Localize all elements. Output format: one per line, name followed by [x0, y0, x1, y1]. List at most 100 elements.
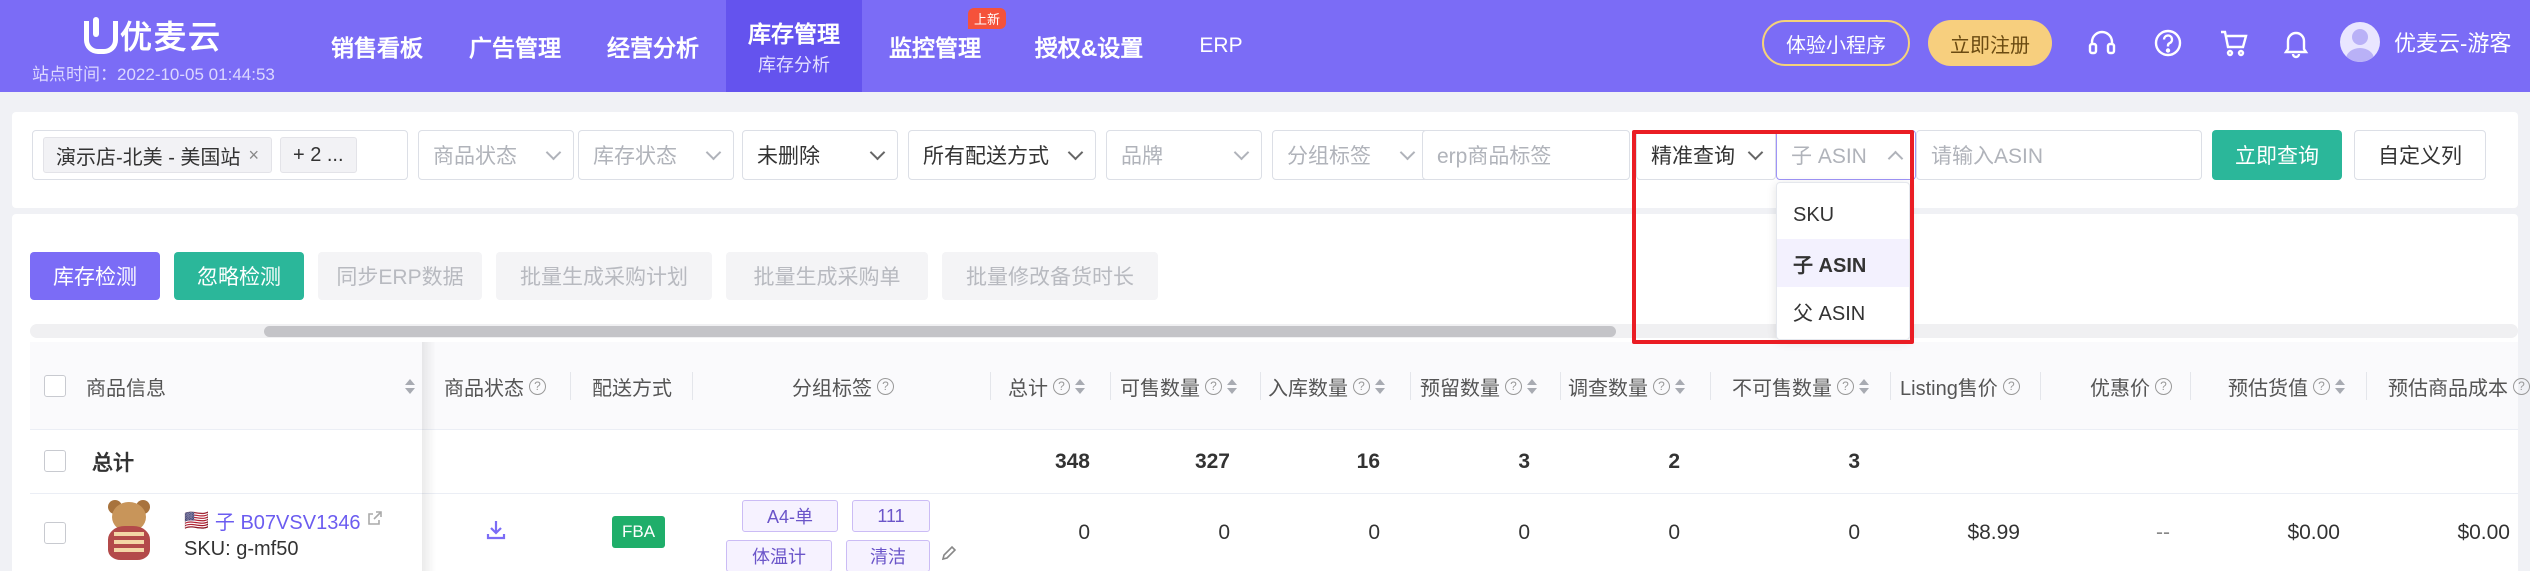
help-icon[interactable]: ? [1353, 377, 1370, 395]
row-checkbox[interactable] [44, 450, 66, 472]
help-icon[interactable]: ? [529, 377, 546, 395]
col-total: 总计? [1008, 342, 1085, 430]
cell-total: 0 [1078, 520, 1090, 544]
help-icon[interactable]: ? [2155, 377, 2172, 395]
dropdown-option-child-asin[interactable]: 子 ASIN [1777, 239, 1909, 287]
sort-icon[interactable] [1527, 378, 1537, 394]
cell-researching: 0 [1668, 520, 1680, 544]
headset-icon[interactable] [2083, 24, 2121, 62]
inventory-status-select[interactable]: 库存状态 [578, 130, 734, 180]
help-icon[interactable]: ? [1837, 377, 1854, 395]
inventory-check-button[interactable]: 库存检测 [30, 252, 160, 300]
asin-input[interactable]: 请输入ASIN [1916, 130, 2202, 180]
mini-program-button[interactable]: 体验小程序 [1762, 20, 1910, 66]
group-tag-select[interactable]: 分组标签 [1272, 130, 1428, 180]
cell-inbound: 0 [1368, 520, 1380, 544]
table-header: 商品信息 商品状态? 配送方式 分组标签? 总计? 可售数量? 入库数量? 预留… [30, 342, 2530, 430]
total-reserved: 3 [1518, 450, 1530, 473]
brand-logo[interactable]: 优麦云 [82, 12, 222, 58]
external-link-icon[interactable] [367, 509, 383, 532]
nav-erp[interactable]: ERP [1178, 0, 1264, 92]
deleted-select[interactable]: 未删除 [742, 130, 898, 180]
horizontal-scrollbar-thumb[interactable] [264, 326, 1616, 337]
chevron-down-icon [705, 144, 722, 161]
logo-icon [82, 17, 118, 54]
delivery-select[interactable]: 所有配送方式 [908, 130, 1096, 180]
nav-business-analysis[interactable]: 经营分析 [588, 0, 718, 92]
sort-icon[interactable] [1859, 378, 1869, 394]
col-researching: 调查数量? [1568, 342, 1685, 430]
sort-icon[interactable] [1375, 378, 1385, 394]
help-icon[interactable]: ? [877, 377, 894, 395]
product-asin-line: 🇺🇸 子 B07VSV1346 [184, 506, 383, 535]
brand-name: 优麦云 [120, 19, 223, 55]
sort-icon[interactable] [1227, 378, 1237, 394]
col-sellable: 可售数量? [1120, 342, 1237, 430]
cart-icon[interactable] [2215, 24, 2253, 62]
sync-erp-button[interactable]: 同步ERP数据 [318, 252, 482, 300]
product-asin-link[interactable]: 子 B07VSV1346 [215, 506, 361, 535]
nav-inventory-sub: 库存分析 [758, 55, 830, 75]
col-est-value: 预估货值? [2228, 342, 2345, 430]
help-icon[interactable]: ? [1205, 377, 1222, 395]
edit-icon[interactable] [940, 544, 958, 562]
close-icon[interactable]: × [248, 145, 259, 166]
user-menu[interactable]: 优麦云-游客 [2340, 22, 2511, 62]
nav-inventory-management[interactable]: 库存管理 库存分析 [726, 0, 862, 92]
help-icon[interactable]: ? [1505, 377, 1522, 395]
product-image[interactable] [100, 500, 158, 562]
sort-icon[interactable] [1075, 378, 1085, 394]
register-button[interactable]: 立即注册 [1928, 20, 2052, 66]
total-unsellable: 3 [1848, 450, 1860, 473]
user-name: 优麦云-游客 [2394, 31, 2512, 56]
total-researching: 2 [1668, 450, 1680, 473]
select-all-checkbox[interactable] [44, 342, 66, 430]
group-tag-chip: 111 [852, 500, 930, 532]
bell-icon[interactable] [2277, 24, 2315, 62]
help-icon[interactable] [2149, 24, 2187, 62]
delivery-badge: FBA [612, 516, 666, 548]
ignore-check-button[interactable]: 忽略检测 [174, 252, 304, 300]
row-checkbox[interactable] [44, 522, 66, 544]
help-icon[interactable]: ? [1653, 377, 1670, 395]
nav-ad-management[interactable]: 广告管理 [450, 0, 580, 92]
batch-stock-time-button[interactable]: 批量修改备货时长 [942, 252, 1158, 300]
us-flag-icon: 🇺🇸 [184, 510, 209, 532]
dropdown-option-parent-asin[interactable]: 父 ASIN [1777, 287, 1909, 335]
total-total: 348 [1054, 450, 1090, 473]
download-icon[interactable] [484, 518, 508, 542]
chevron-down-icon [869, 144, 886, 161]
query-mode-select[interactable]: 精准查询 [1636, 130, 1776, 180]
sort-icon[interactable] [400, 342, 415, 430]
erp-tag-select[interactable]: erp商品标签 [1422, 130, 1630, 180]
batch-purchase-plan-button[interactable]: 批量生成采购计划 [496, 252, 712, 300]
sort-icon[interactable] [2335, 378, 2345, 394]
fixed-column-shadow [422, 342, 436, 571]
batch-purchase-order-button[interactable]: 批量生成采购单 [726, 252, 928, 300]
sort-icon[interactable] [1675, 378, 1685, 394]
custom-columns-button[interactable]: 自定义列 [2354, 130, 2486, 180]
dropdown-option-sku[interactable]: SKU [1777, 191, 1909, 239]
col-unsellable: 不可售数量? [1732, 342, 1869, 430]
asin-type-select[interactable]: 子 ASIN [1776, 130, 1916, 180]
nav-sales-board[interactable]: 销售看板 [312, 0, 442, 92]
col-product-status: 商品状态? [444, 342, 546, 430]
store-select[interactable]: 演示店-北美 - 美国站 × + 2 ... [32, 130, 408, 180]
cell-discount-price: -- [2156, 520, 2170, 544]
store-tag: 演示店-北美 - 美国站 × [43, 137, 272, 173]
help-icon[interactable]: ? [2513, 377, 2530, 395]
filter-bar: 演示店-北美 - 美国站 × + 2 ... 商品状态 库存状态 未删除 所有配送… [12, 112, 2518, 208]
group-tag-chip: 清洁 [846, 540, 930, 571]
help-icon[interactable]: ? [2313, 377, 2330, 395]
query-button[interactable]: 立即查询 [2212, 130, 2342, 180]
help-icon[interactable]: ? [1053, 377, 1070, 395]
product-status-select[interactable]: 商品状态 [418, 130, 574, 180]
total-label: 总计 [92, 452, 134, 475]
nav-monitoring[interactable]: 监控管理 上新 [870, 0, 1006, 92]
chevron-down-icon [1233, 144, 1250, 161]
chevron-down-icon [1399, 144, 1416, 161]
nav-auth-settings[interactable]: 授权&设置 [1014, 0, 1164, 92]
help-icon[interactable]: ? [2002, 377, 2020, 395]
brand-select[interactable]: 品牌 [1106, 130, 1262, 180]
new-badge: 上新 [967, 8, 1006, 29]
